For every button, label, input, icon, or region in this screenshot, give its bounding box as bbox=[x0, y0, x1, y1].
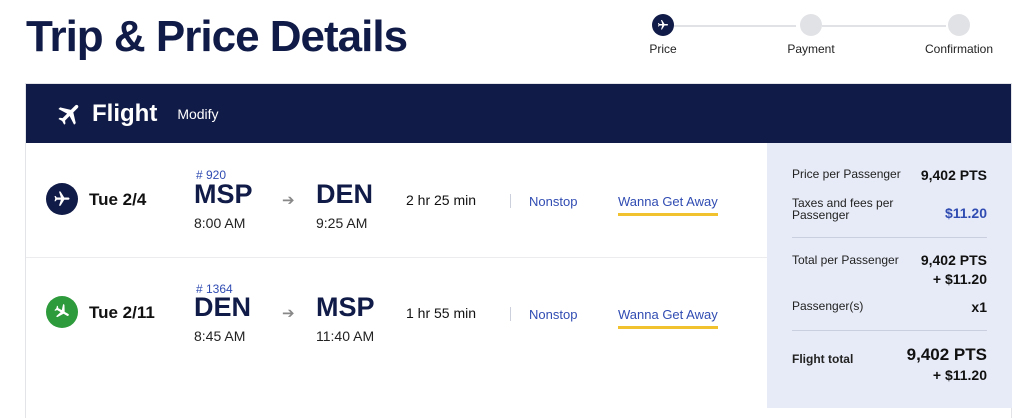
passengers-label: Passenger(s) bbox=[792, 299, 864, 313]
airplane-icon bbox=[652, 14, 674, 36]
leg-date: Tue 2/4 bbox=[89, 190, 147, 209]
total-per-passenger-points: 9,402 PTS bbox=[920, 252, 987, 268]
progress-stepper: Price Payment Confirmation bbox=[640, 14, 1010, 64]
arrow-right-icon: ➔ bbox=[282, 192, 295, 209]
flight-card-title: Flight bbox=[92, 99, 158, 127]
taxes-value[interactable]: $11.20 bbox=[945, 204, 987, 223]
flight-card-header: Flight Modify bbox=[26, 84, 1011, 143]
arrival-time: 11:40 AM bbox=[316, 328, 375, 344]
flight-total-points: 9,402 PTS bbox=[906, 345, 987, 364]
flight-duration: 1 hr 55 min bbox=[406, 305, 477, 321]
flight-legs: Tue 2/4 # 920 MSP 8:00 AM ➔ DEN 9:25 AM … bbox=[26, 143, 767, 413]
step-payment: Payment bbox=[766, 14, 856, 56]
step-dot bbox=[948, 14, 970, 36]
leg-date: Tue 2/11 bbox=[89, 303, 155, 322]
flight-leg: Tue 2/4 # 920 MSP 8:00 AM ➔ DEN 9:25 AM … bbox=[26, 143, 767, 258]
stops-link[interactable]: Nonstop bbox=[529, 194, 577, 209]
arrow-right-icon: ➔ bbox=[282, 305, 295, 322]
taxes-label: Taxes and fees per Passenger bbox=[792, 196, 894, 222]
step-label: Price bbox=[649, 42, 677, 56]
step-confirmation: Confirmation bbox=[914, 14, 1004, 56]
step-dot bbox=[800, 14, 822, 36]
flight-card: Flight Modify Tue 2/4 # 920 MSP 8:00 AM … bbox=[25, 83, 1012, 418]
destination-code: DEN bbox=[316, 179, 374, 209]
flight-total-value: 9,402 PTS + $11.20 bbox=[907, 345, 987, 385]
departure-time: 8:45 AM bbox=[194, 328, 246, 344]
departing-airplane-icon bbox=[46, 183, 78, 215]
flight-leg: Tue 2/11 # 1364 DEN 8:45 AM ➔ MSP 11:40 … bbox=[26, 258, 767, 373]
airplane-icon bbox=[58, 104, 79, 125]
flight-total-cash: + $11.20 bbox=[932, 367, 987, 383]
step-label: Payment bbox=[787, 42, 835, 56]
destination-code: MSP bbox=[316, 292, 375, 322]
flight-duration: 2 hr 25 min bbox=[406, 192, 477, 208]
fare-type-link[interactable]: Wanna Get Away bbox=[618, 194, 718, 216]
returning-airplane-icon bbox=[46, 296, 78, 328]
summary-divider bbox=[792, 330, 987, 331]
stops-link[interactable]: Nonstop bbox=[529, 307, 577, 322]
fare-type-link[interactable]: Wanna Get Away bbox=[618, 307, 718, 329]
flight-total-label: Flight total bbox=[792, 352, 854, 366]
summary-divider bbox=[792, 237, 987, 238]
step-price: Price bbox=[618, 14, 708, 56]
passengers-value: x1 bbox=[971, 299, 987, 315]
origin-code: MSP bbox=[194, 179, 253, 209]
divider bbox=[510, 307, 511, 321]
total-per-passenger-label: Total per Passenger bbox=[792, 253, 899, 267]
price-per-passenger-label: Price per Passenger bbox=[792, 167, 901, 181]
total-per-passenger-cash: + $11.20 bbox=[932, 271, 987, 287]
step-label: Confirmation bbox=[924, 42, 994, 56]
price-summary: Price per Passenger 9,402 PTS Taxes and … bbox=[767, 143, 1012, 408]
price-per-passenger-value: 9,402 PTS bbox=[920, 167, 987, 183]
arrival-time: 9:25 AM bbox=[316, 215, 368, 231]
modify-link[interactable]: Modify bbox=[177, 106, 218, 122]
departure-time: 8:00 AM bbox=[194, 215, 246, 231]
page-title: Trip & Price Details bbox=[26, 12, 408, 61]
origin-code: DEN bbox=[194, 292, 252, 322]
divider bbox=[510, 194, 511, 208]
total-per-passenger-value: 9,402 PTS + $11.20 bbox=[921, 251, 987, 289]
